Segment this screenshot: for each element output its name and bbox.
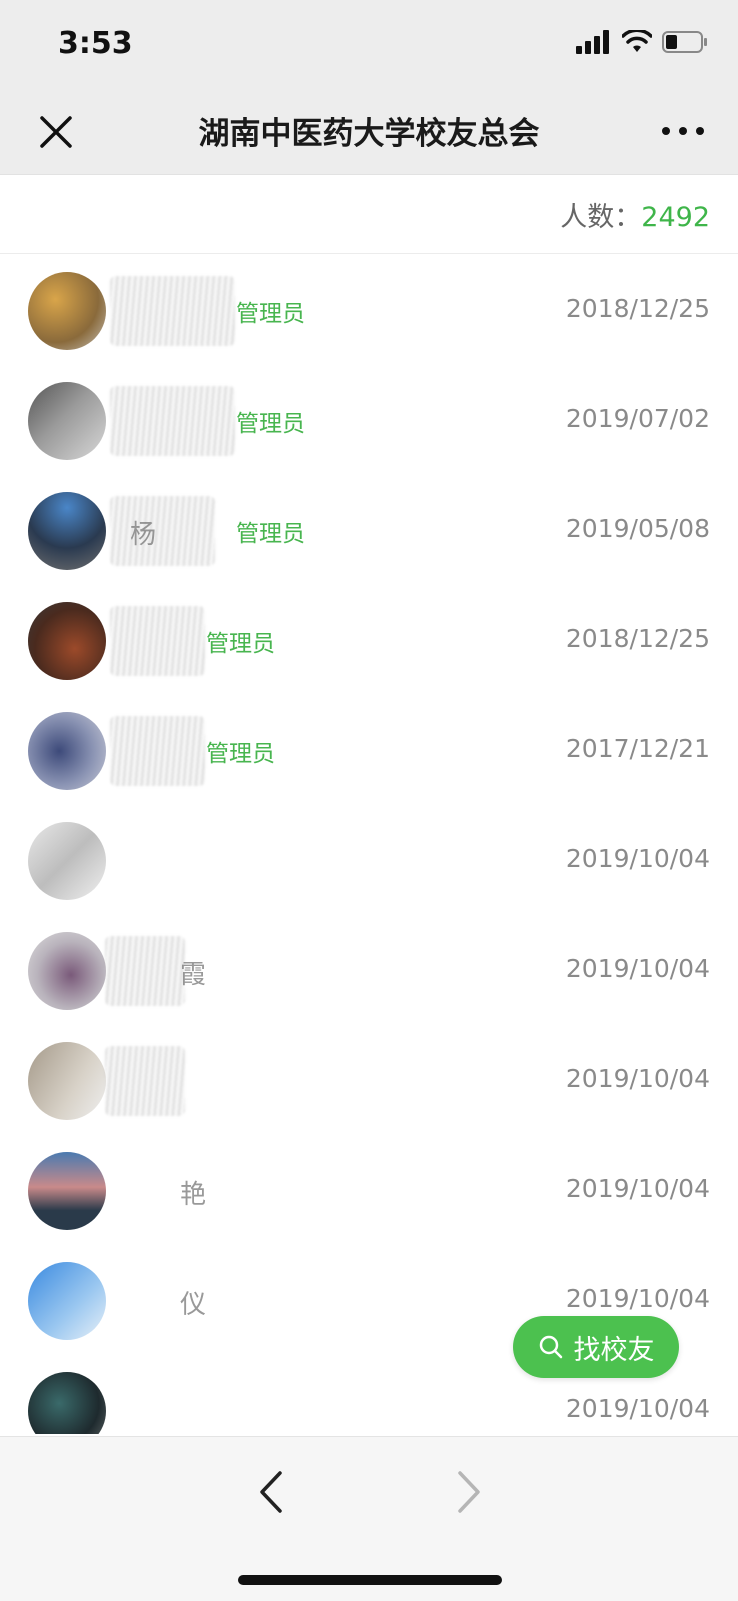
member-name: 仪 [180,1290,207,1320]
name-redaction [110,276,235,346]
join-date: 2019/10/04 [565,1174,710,1203]
home-indicator [238,1575,502,1585]
name-redaction [105,1046,185,1116]
avatar [28,1152,106,1230]
status-bar: 3:53 [0,0,738,90]
more-dots-icon[interactable] [658,116,708,146]
signal-icon [576,30,609,54]
role-badge: 管理员 [236,411,305,437]
name-redaction [110,386,235,456]
wifi-icon [622,30,652,52]
battery-icon [662,31,707,53]
name-redaction [110,606,205,676]
member-name: 杨 [130,520,157,550]
avatar [28,272,106,350]
list-item[interactable]: 2019/10/04 [0,804,738,917]
join-date: 2019/10/04 [565,1394,710,1423]
status-time: 3:53 [58,26,133,61]
find-alumni-label: 找校友 [573,1334,655,1366]
member-count-bar: 人数：2492 [0,175,738,254]
status-icons [576,30,708,54]
avatar [28,822,106,900]
join-date: 2019/10/04 [565,1284,710,1313]
name-redaction [105,936,185,1006]
search-icon [539,1335,562,1359]
page-title: 湖南中医药大学校友总会 [198,116,540,152]
list-item[interactable]: 艳 2019/10/04 [0,1134,738,1247]
role-badge: 管理员 [236,301,305,327]
avatar [28,1262,106,1340]
avatar [28,382,106,460]
join-date: 2018/12/25 [565,294,710,323]
join-date: 2019/07/02 [565,404,710,433]
name-redaction [110,716,205,786]
chevron-left-icon[interactable] [256,1467,286,1517]
avatar [28,932,106,1010]
list-item[interactable]: 管理员 2018/12/25 [0,254,738,367]
join-date: 2019/05/08 [565,514,710,543]
join-date: 2018/12/25 [565,624,710,653]
avatar [28,712,106,790]
list-item[interactable]: 管理员 2019/07/02 [0,364,738,477]
avatar [28,1372,106,1434]
nav-bar: 湖南中医药大学校友总会 [0,90,738,175]
member-list: 管理员 2018/12/25 管理员 2019/07/02 杨 管理员 2019… [0,254,738,1434]
member-count: 人数：2492 [560,195,710,234]
role-badge: 管理员 [236,521,305,547]
role-badge: 管理员 [206,631,275,657]
find-alumni-button[interactable]: 找校友 [513,1316,679,1378]
join-date: 2019/10/04 [565,844,710,873]
member-count-value: 2492 [641,202,710,233]
chevron-right-icon[interactable] [454,1467,484,1517]
join-date: 2017/12/21 [565,734,710,763]
list-item[interactable]: 杨 管理员 2019/05/08 [0,474,738,587]
member-count-label: 人数： [560,202,642,233]
join-date: 2019/10/04 [565,954,710,983]
avatar [28,602,106,680]
role-badge: 管理员 [206,741,275,767]
list-item[interactable]: 2019/10/04 [0,1024,738,1137]
avatar [28,1042,106,1120]
list-item[interactable]: 管理员 2018/12/25 [0,584,738,697]
list-item[interactable]: 管理员 2017/12/21 [0,694,738,807]
avatar [28,492,106,570]
member-name: 艳 [180,1180,207,1210]
name-redaction [110,496,215,566]
member-name: 霞 [180,960,207,990]
join-date: 2019/10/04 [565,1064,710,1093]
bottom-toolbar [0,1436,738,1601]
list-item[interactable]: 霞 2019/10/04 [0,914,738,1027]
